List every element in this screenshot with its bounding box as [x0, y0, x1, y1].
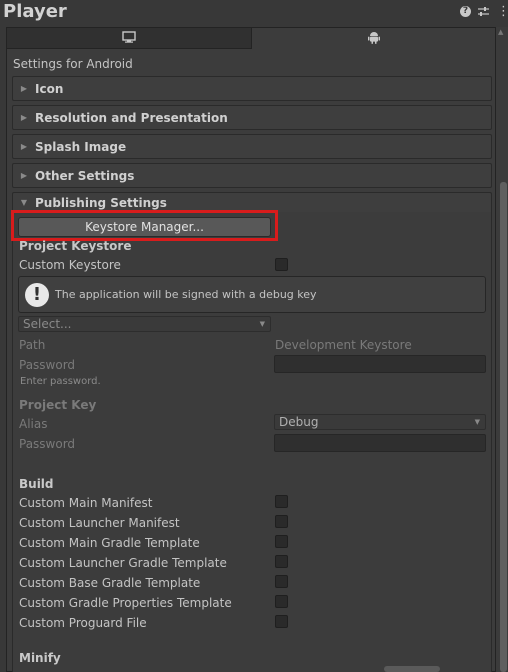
- warning-icon: !: [25, 282, 49, 307]
- section-other[interactable]: ▶ Other Settings: [12, 163, 492, 188]
- window-title: Player: [3, 1, 67, 22]
- build-option-label: Custom Main Manifest: [19, 496, 153, 510]
- vertical-scroll-thumb[interactable]: [500, 182, 507, 672]
- chevron-down-icon: ▼: [259, 320, 265, 328]
- minify-heading: Minify: [19, 651, 61, 665]
- project-keystore-heading: Project Keystore: [19, 239, 132, 253]
- section-label: Resolution and Presentation: [35, 110, 228, 125]
- build-option-label: Custom Main Gradle Template: [19, 536, 200, 550]
- section-icon[interactable]: ▶ Icon: [12, 76, 492, 101]
- horizontal-scroll-thumb[interactable]: [384, 666, 440, 672]
- scroll-up-icon[interactable]: ▲: [498, 28, 503, 36]
- build-option-label: Custom Base Gradle Template: [19, 576, 201, 590]
- build-option-checkbox[interactable]: [275, 575, 288, 588]
- build-option-label: Custom Launcher Manifest: [19, 516, 180, 530]
- foldout-arrow-expanded-icon: ▼: [20, 198, 28, 207]
- highlight-box: [11, 210, 278, 241]
- section-publishing[interactable]: ▼ Publishing Settings: [12, 192, 492, 212]
- build-option-checkbox[interactable]: [275, 615, 288, 628]
- password-hint: Enter password.: [20, 376, 101, 387]
- help-box-message: The application will be signed with a de…: [55, 288, 317, 301]
- foldout-arrow-icon: ▶: [20, 84, 28, 93]
- help-box: ! The application will be signed with a …: [18, 276, 486, 313]
- kebab-menu-icon[interactable]: ⋮: [497, 5, 508, 18]
- build-option-checkbox[interactable]: [275, 495, 288, 508]
- monitor-icon: [122, 30, 136, 46]
- build-heading: Build: [19, 477, 54, 491]
- custom-keystore-checkbox[interactable]: [275, 258, 288, 271]
- tab-android[interactable]: [253, 28, 495, 49]
- custom-keystore-label: Custom Keystore: [19, 258, 121, 272]
- foldout-arrow-icon: ▶: [20, 142, 28, 151]
- section-label: Other Settings: [35, 168, 135, 183]
- path-value: Development Keystore: [275, 338, 412, 352]
- build-option-label: Custom Proguard File: [19, 616, 147, 630]
- alias-label: Alias: [19, 417, 48, 431]
- key-password-field[interactable]: [274, 434, 486, 452]
- build-option-checkbox[interactable]: [275, 515, 288, 528]
- build-option-checkbox[interactable]: [275, 555, 288, 568]
- project-key-heading: Project Key: [19, 398, 97, 412]
- platform-label: Settings for Android: [13, 57, 133, 71]
- section-splash[interactable]: ▶ Splash Image: [12, 134, 492, 159]
- foldout-arrow-icon: ▶: [20, 113, 28, 122]
- dropdown-value: Select...: [23, 317, 72, 331]
- alias-dropdown[interactable]: Debug ▼: [274, 414, 486, 430]
- tab-standalone[interactable]: [7, 28, 252, 49]
- sliders-icon[interactable]: [478, 6, 489, 17]
- build-option-checkbox[interactable]: [275, 595, 288, 608]
- build-option-label: Custom Gradle Properties Template: [19, 596, 232, 610]
- chevron-down-icon: ▼: [474, 418, 480, 426]
- foldout-arrow-icon: ▶: [20, 171, 28, 180]
- keystore-password-field[interactable]: [274, 355, 486, 373]
- keystore-select-dropdown[interactable]: Select... ▼: [18, 316, 271, 332]
- section-label: Publishing Settings: [35, 195, 167, 210]
- help-icon[interactable]: ?: [460, 6, 471, 17]
- build-option-checkbox[interactable]: [275, 535, 288, 548]
- android-icon: [367, 30, 381, 47]
- section-resolution[interactable]: ▶ Resolution and Presentation: [12, 105, 492, 130]
- key-password-label: Password: [19, 437, 76, 451]
- section-label: Icon: [35, 81, 64, 96]
- section-label: Splash Image: [35, 139, 127, 154]
- build-option-label: Custom Launcher Gradle Template: [19, 556, 227, 570]
- path-label: Path: [19, 338, 46, 352]
- platform-tabbar: [7, 28, 495, 49]
- password-label: Password: [19, 358, 76, 372]
- dropdown-value: Debug: [279, 415, 319, 429]
